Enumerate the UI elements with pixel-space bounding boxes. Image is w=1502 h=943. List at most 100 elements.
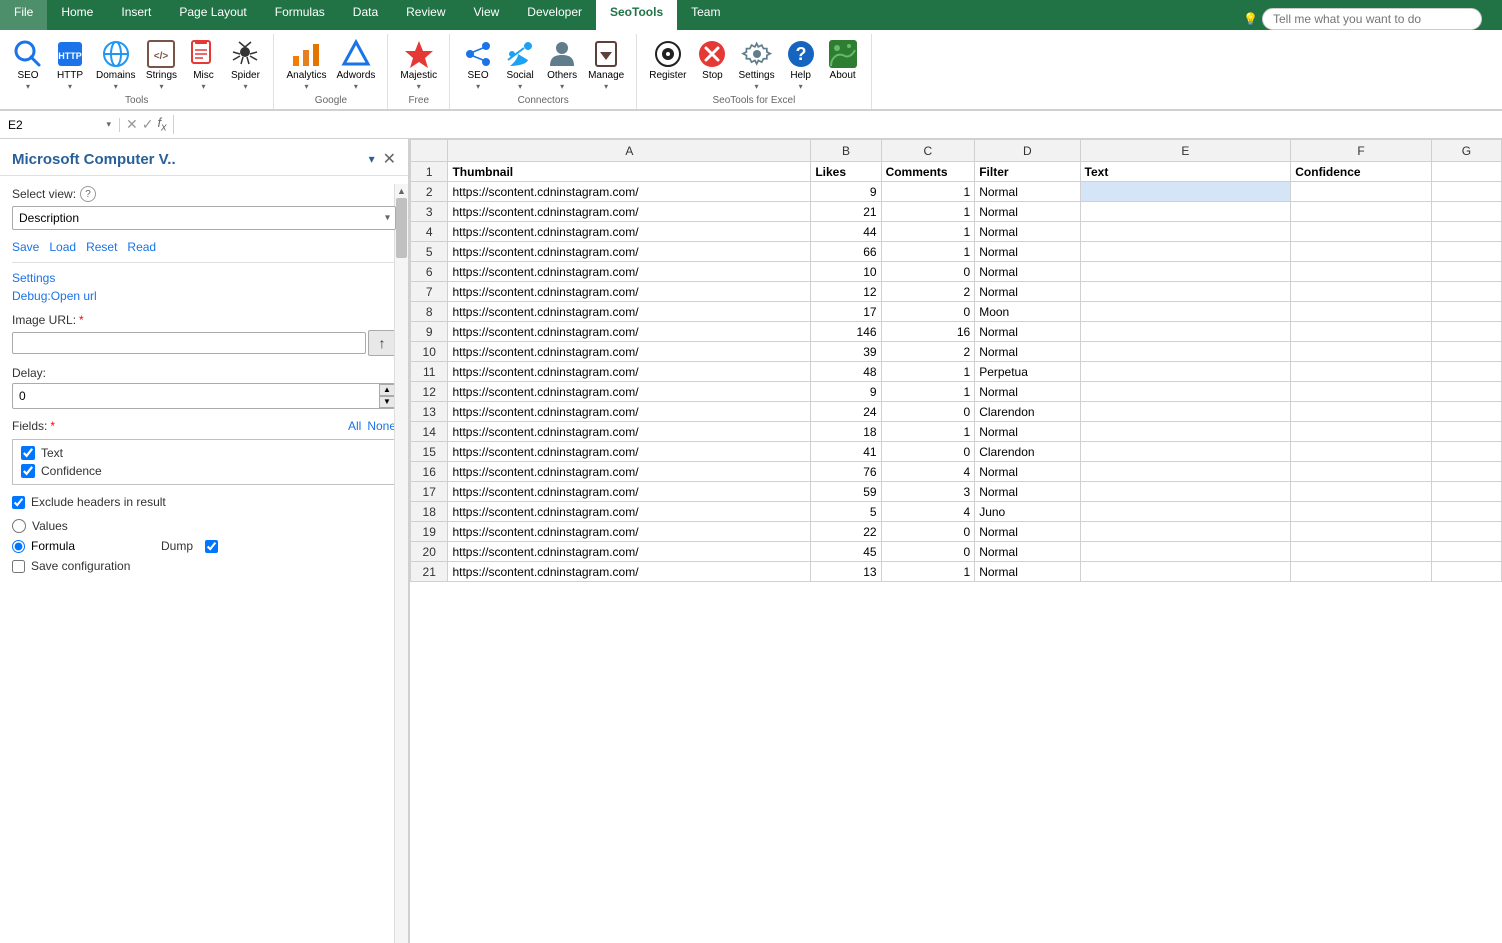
ribbon-strings-button[interactable]: </> Strings ▾ xyxy=(141,36,181,93)
cell-comments[interactable]: 16 xyxy=(881,322,975,342)
cell-filter[interactable]: Normal xyxy=(975,482,1080,502)
dump-checkbox[interactable] xyxy=(205,540,218,553)
row-header[interactable]: 11 xyxy=(411,362,448,382)
reset-link[interactable]: Reset xyxy=(86,240,117,254)
cell-text[interactable] xyxy=(1080,542,1291,562)
cell-text[interactable] xyxy=(1080,282,1291,302)
ribbon-about-button[interactable]: About xyxy=(823,36,863,84)
cell-confidence[interactable] xyxy=(1291,282,1431,302)
search-input[interactable] xyxy=(1262,8,1482,30)
cell-likes[interactable]: 45 xyxy=(811,542,881,562)
row-header[interactable]: 18 xyxy=(411,502,448,522)
row-header[interactable]: 10 xyxy=(411,342,448,362)
save-link[interactable]: Save xyxy=(12,240,39,254)
cell-filter[interactable]: Normal xyxy=(975,522,1080,542)
cell-text[interactable] xyxy=(1080,402,1291,422)
cell-filter[interactable]: Moon xyxy=(975,302,1080,322)
cell-url[interactable]: https://scontent.cdninstagram.com/ xyxy=(448,342,811,362)
cell-likes[interactable]: 41 xyxy=(811,442,881,462)
cell-comments[interactable]: 2 xyxy=(881,342,975,362)
cell-url[interactable]: https://scontent.cdninstagram.com/ xyxy=(448,502,811,522)
ribbon-domains-button[interactable]: Domains ▾ xyxy=(92,36,139,93)
cell-filter[interactable]: Normal xyxy=(975,262,1080,282)
row-header[interactable]: 8 xyxy=(411,302,448,322)
tab-seotools[interactable]: SeoTools xyxy=(596,0,677,30)
cell-likes[interactable]: 5 xyxy=(811,502,881,522)
cell-g[interactable] xyxy=(1431,482,1501,502)
exclude-headers-checkbox[interactable] xyxy=(12,496,25,509)
tab-insert[interactable]: Insert xyxy=(107,0,165,30)
ribbon-social-button[interactable]: Social ▾ xyxy=(500,36,540,93)
panel-scrollbar[interactable]: ▲ xyxy=(394,184,408,943)
cell-g[interactable] xyxy=(1431,202,1501,222)
function-icon[interactable]: fx xyxy=(157,115,166,134)
cell-confidence[interactable] xyxy=(1291,382,1431,402)
save-config-checkbox[interactable] xyxy=(12,560,25,573)
cell-g[interactable] xyxy=(1431,242,1501,262)
ribbon-misc-button[interactable]: Misc ▾ xyxy=(183,36,223,93)
ribbon-connector-seo-button[interactable]: SEO ▾ xyxy=(458,36,498,93)
cell-url[interactable]: https://scontent.cdninstagram.com/ xyxy=(448,242,811,262)
cell-text[interactable] xyxy=(1080,482,1291,502)
cell-confidence[interactable] xyxy=(1291,242,1431,262)
col-header-d[interactable]: D xyxy=(975,140,1080,162)
cell-likes[interactable]: 13 xyxy=(811,562,881,582)
cell-confidence[interactable] xyxy=(1291,422,1431,442)
col-header-g[interactable]: G xyxy=(1431,140,1501,162)
cell-text[interactable] xyxy=(1080,262,1291,282)
cell-url[interactable]: https://scontent.cdninstagram.com/ xyxy=(448,182,811,202)
cell-filter[interactable]: Perpetua xyxy=(975,362,1080,382)
values-radio[interactable] xyxy=(12,519,26,533)
cancel-icon[interactable]: ✕ xyxy=(126,116,138,133)
cell-confidence[interactable] xyxy=(1291,542,1431,562)
cell-g[interactable] xyxy=(1431,522,1501,542)
cell-g[interactable] xyxy=(1431,462,1501,482)
ribbon-register-button[interactable]: Register xyxy=(645,36,690,84)
col-header-b[interactable]: B xyxy=(811,140,881,162)
cell-text[interactable] xyxy=(1080,182,1291,202)
cell-filter[interactable]: Clarendon xyxy=(975,442,1080,462)
cell-url[interactable]: https://scontent.cdninstagram.com/ xyxy=(448,422,811,442)
cell-comments[interactable]: 4 xyxy=(881,502,975,522)
cell-filter[interactable]: Normal xyxy=(975,562,1080,582)
formula-input[interactable] xyxy=(174,118,1502,132)
cell-text[interactable] xyxy=(1080,202,1291,222)
field-confidence-checkbox[interactable] xyxy=(21,464,35,478)
cell-comments[interactable]: 1 xyxy=(881,562,975,582)
header-cell-a[interactable]: Thumbnail xyxy=(448,162,811,182)
cell-likes[interactable]: 10 xyxy=(811,262,881,282)
tab-developer[interactable]: Developer xyxy=(513,0,596,30)
cell-url[interactable]: https://scontent.cdninstagram.com/ xyxy=(448,442,811,462)
cell-g[interactable] xyxy=(1431,442,1501,462)
save-config-label[interactable]: Save configuration xyxy=(31,559,130,573)
cell-url[interactable]: https://scontent.cdninstagram.com/ xyxy=(448,462,811,482)
exclude-headers-label[interactable]: Exclude headers in result xyxy=(31,495,166,509)
cell-g[interactable] xyxy=(1431,302,1501,322)
panel-close-button[interactable]: ✕ xyxy=(383,149,396,169)
delay-increment-button[interactable]: ▲ xyxy=(379,384,395,396)
image-url-select-button[interactable]: ↑ xyxy=(368,330,396,356)
delay-input[interactable] xyxy=(13,386,379,406)
cell-url[interactable]: https://scontent.cdninstagram.com/ xyxy=(448,222,811,242)
cell-filter[interactable]: Normal xyxy=(975,342,1080,362)
cell-g[interactable] xyxy=(1431,382,1501,402)
cell-text[interactable] xyxy=(1080,422,1291,442)
cell-likes[interactable]: 76 xyxy=(811,462,881,482)
cell-comments[interactable]: 1 xyxy=(881,242,975,262)
scrollbar-thumb[interactable] xyxy=(396,198,407,258)
header-cell-f[interactable]: Confidence xyxy=(1291,162,1431,182)
cell-likes[interactable]: 17 xyxy=(811,302,881,322)
cell-comments[interactable]: 0 xyxy=(881,442,975,462)
cell-g[interactable] xyxy=(1431,322,1501,342)
row-header[interactable]: 1 xyxy=(411,162,448,182)
cell-url[interactable]: https://scontent.cdninstagram.com/ xyxy=(448,322,811,342)
cell-url[interactable]: https://scontent.cdninstagram.com/ xyxy=(448,562,811,582)
col-header-a[interactable]: A xyxy=(448,140,811,162)
row-header[interactable]: 16 xyxy=(411,462,448,482)
cell-g[interactable] xyxy=(1431,422,1501,442)
cell-url[interactable]: https://scontent.cdninstagram.com/ xyxy=(448,542,811,562)
header-cell-e[interactable]: Text xyxy=(1080,162,1291,182)
delay-decrement-button[interactable]: ▼ xyxy=(379,396,395,408)
ribbon-spider-button[interactable]: Spider ▾ xyxy=(225,36,265,93)
panel-title-dropdown[interactable]: ▾ xyxy=(369,152,375,166)
